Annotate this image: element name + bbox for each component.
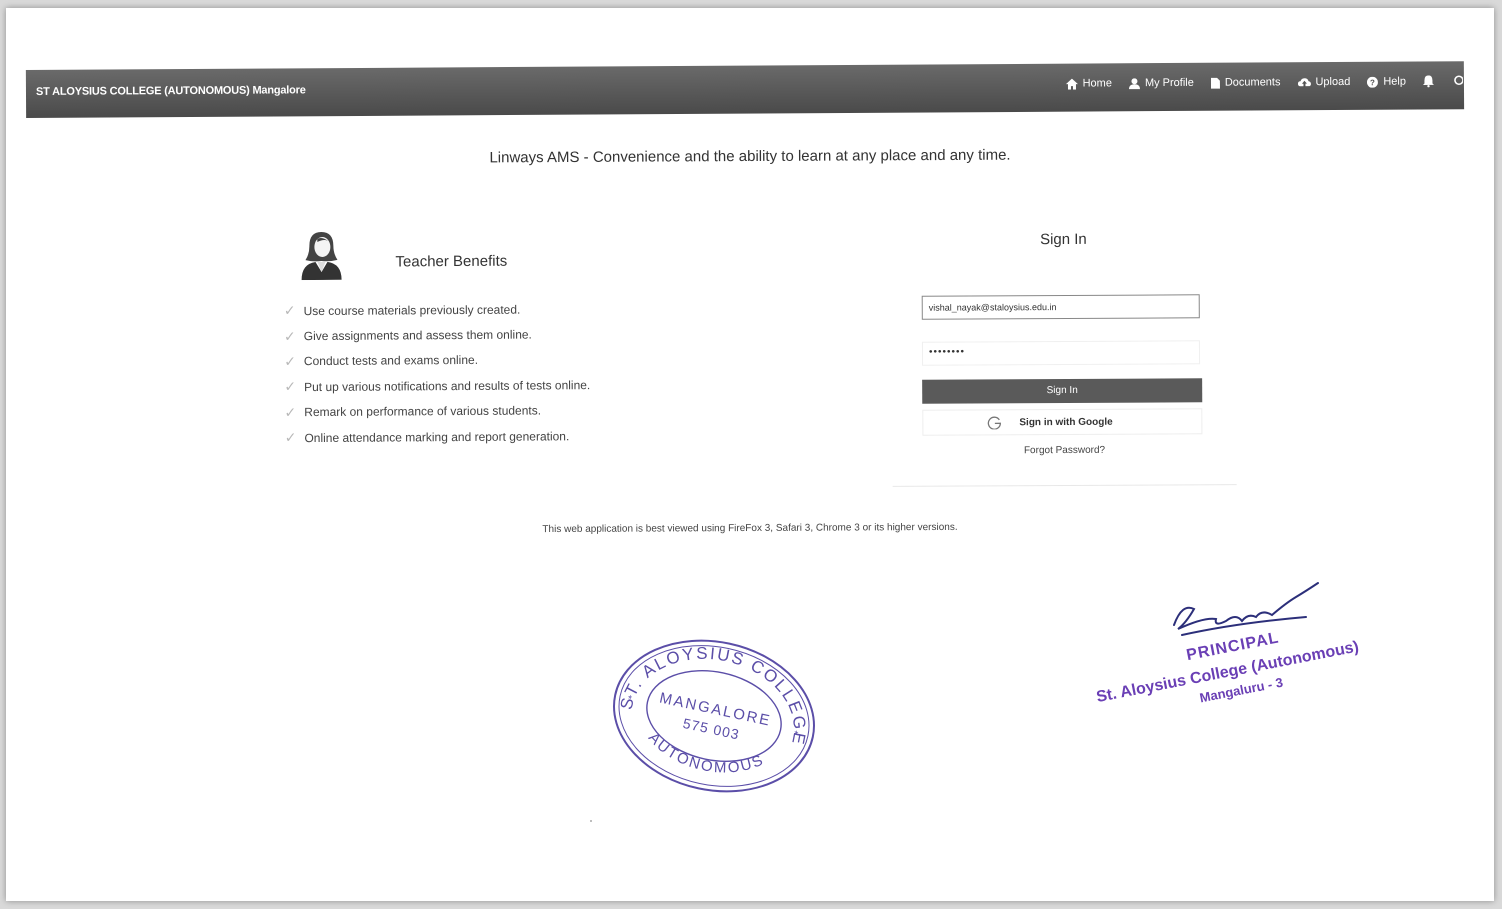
- document-icon: [1210, 77, 1220, 89]
- search-button[interactable]: [1453, 75, 1468, 87]
- benefit-text: Give assignments and assess them online.: [303, 327, 532, 344]
- scan-speck: [590, 820, 592, 822]
- college-seal-stamp: ST. ALOYSIUS COLLEGE AUTONOMOUS MANGALOR…: [613, 630, 824, 793]
- svg-text:AUTONOMOUS: AUTONOMOUS: [641, 727, 770, 787]
- list-item: ✓ Remark on performance of various studen…: [281, 397, 641, 425]
- google-sign-in-label: Sign in with Google: [1019, 416, 1113, 428]
- list-item: ✓ Put up various notifications and result…: [281, 372, 641, 400]
- google-icon: [987, 416, 1002, 430]
- scanned-page: ST ALOYSIUS COLLEGE (AUTONOMOUS) Mangalo…: [6, 8, 1494, 901]
- upload-icon: [1297, 77, 1311, 87]
- svg-text:?: ?: [1370, 78, 1375, 87]
- check-icon: ✓: [284, 429, 297, 446]
- check-icon: ✓: [283, 327, 296, 344]
- teacher-benefits-panel: Teacher Benefits ✓ Use course materials p…: [280, 222, 642, 451]
- list-item: ✓ Use course materials previously created…: [281, 296, 641, 324]
- benefit-text: Conduct tests and exams online.: [303, 353, 479, 369]
- nav-upload[interactable]: Upload: [1297, 76, 1350, 88]
- nav-my-profile[interactable]: My Profile: [1128, 76, 1194, 90]
- signature-scribble: [1173, 582, 1319, 636]
- google-sign-in-button[interactable]: Sign in with Google: [922, 408, 1203, 436]
- bell-icon: [1422, 75, 1434, 88]
- sign-in-button[interactable]: Sign In: [922, 378, 1203, 404]
- browser-note: This web application is best viewed usin…: [542, 521, 958, 536]
- nav-documents-label: Documents: [1224, 76, 1281, 89]
- benefit-text: Online attendance marking and report gen…: [304, 428, 570, 445]
- email-field[interactable]: vishal_nayak@staloysius.edu.in: [921, 294, 1200, 320]
- principal-signature-stamp: PRINCIPAL St. Aloysius College (Autonomo…: [1095, 582, 1360, 706]
- help-icon: ?: [1367, 76, 1379, 88]
- nav-help-label: Help: [1383, 75, 1406, 88]
- forgot-password-link[interactable]: Forgot Password?: [892, 444, 1236, 457]
- divider: [892, 484, 1237, 487]
- nav-documents[interactable]: Documents: [1210, 76, 1281, 89]
- check-icon: ✓: [284, 378, 297, 395]
- benefit-text: Put up various notifications and results…: [304, 377, 591, 394]
- nav-home[interactable]: Home: [1065, 77, 1112, 90]
- benefit-text: Use course materials previously created.: [303, 302, 521, 318]
- check-icon: ✓: [283, 302, 296, 319]
- page-tagline: Linways AMS - Convenience and the abilit…: [489, 146, 1011, 167]
- nav-links: Home My Profile Documents Upload ? Help: [1049, 75, 1464, 90]
- brand-title[interactable]: ST ALOYSIUS COLLEGE (AUTONOMOUS) Mangalo…: [36, 84, 306, 98]
- benefit-list: ✓ Use course materials previously created…: [281, 296, 642, 451]
- sign-in-panel: Sign In vishal_nayak@staloysius.edu.in •…: [891, 222, 1237, 487]
- search-icon: [1454, 75, 1463, 86]
- check-icon: ✓: [284, 403, 297, 420]
- benefits-title: Teacher Benefits: [395, 252, 508, 270]
- benefit-text: Remark on performance of various student…: [304, 403, 542, 420]
- nav-help[interactable]: ? Help: [1367, 76, 1406, 88]
- seal-bottom-text: AUTONOMOUS: [641, 727, 770, 787]
- list-item: ✓ Online attendance marking and report ge…: [282, 423, 642, 451]
- nav-my-profile-label: My Profile: [1144, 76, 1194, 90]
- nav-upload-label: Upload: [1315, 75, 1351, 89]
- benefits-header: Teacher Benefits: [280, 222, 640, 285]
- notification-button[interactable]: [1422, 75, 1439, 88]
- user-icon: [1128, 77, 1140, 89]
- nav-home-label: Home: [1082, 77, 1112, 90]
- top-navbar: ST ALOYSIUS COLLEGE (AUTONOMOUS) Mangalo…: [25, 61, 1465, 118]
- list-item: ✓ Conduct tests and exams online.: [281, 347, 641, 375]
- sign-in-title: Sign In: [1039, 230, 1087, 249]
- check-icon: ✓: [284, 353, 296, 370]
- list-item: ✓ Give assignments and assess them online…: [281, 321, 641, 349]
- password-field[interactable]: ••••••••: [921, 340, 1201, 366]
- home-icon: [1065, 78, 1078, 90]
- teacher-avatar-icon: [301, 231, 342, 281]
